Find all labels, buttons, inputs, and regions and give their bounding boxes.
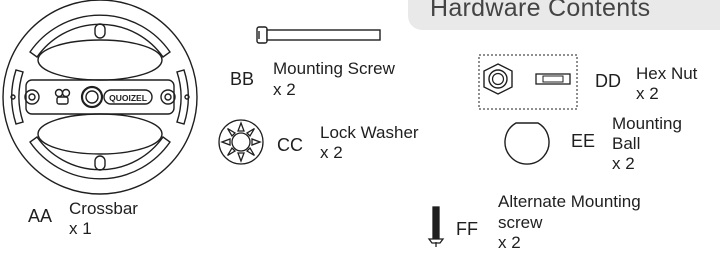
cc-qty: x 2 [320, 143, 343, 162]
dd-code: DD [595, 71, 621, 91]
lock-washer-icon [218, 119, 264, 165]
ee-name-line1: Mounting [612, 114, 682, 133]
crossbar-brand: QUOIZEL [109, 93, 147, 103]
aa-name: Crossbar [69, 199, 138, 218]
ee-name-line2: Ball [612, 134, 641, 153]
page-title: Hardware Contents [430, 0, 651, 22]
mounting-screw-icon [256, 26, 381, 44]
aa-code: AA [28, 206, 53, 226]
hex-nut-icon [478, 54, 578, 110]
ee-code: EE [571, 131, 596, 151]
ff-name-line1: Alternate Mounting [498, 192, 641, 211]
ff-code: FF [456, 219, 478, 239]
ee-qty: x 2 [612, 154, 635, 173]
ff-name-line2: screw [498, 213, 543, 232]
mounting-ball-icon [504, 122, 550, 165]
aa-qty: x 1 [69, 219, 92, 238]
bb-code: BB [230, 69, 255, 89]
alternate-screw-icon [427, 206, 445, 247]
crossbar-icon: QUOIZEL [2, 0, 198, 195]
dd-name: Hex Nut [636, 64, 698, 83]
dd-qty: x 2 [636, 84, 659, 103]
bb-name: Mounting Screw [273, 59, 395, 78]
ff-qty: x 2 [498, 233, 521, 252]
bb-qty: x 2 [273, 80, 296, 99]
cc-name: Lock Washer [320, 123, 419, 142]
cc-code: CC [277, 135, 303, 155]
